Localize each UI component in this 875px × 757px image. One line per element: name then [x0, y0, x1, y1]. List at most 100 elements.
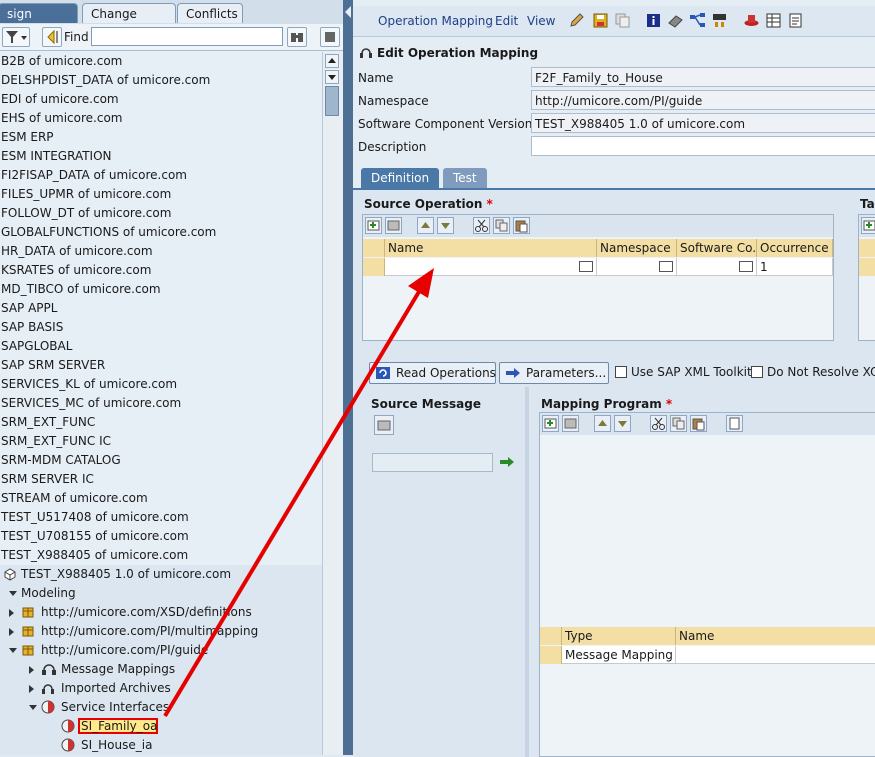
tree-item[interactable]: SRM_EXT_FUNC: [0, 413, 322, 432]
tree-item[interactable]: SAP SRM SERVER: [0, 356, 322, 375]
tree-item[interactable]: SERVICES_MC of umicore.com: [0, 394, 322, 413]
cut-button[interactable]: [473, 217, 490, 234]
scroll-up-button[interactable]: [325, 54, 339, 68]
mp-paste-button[interactable]: [690, 415, 707, 432]
column-type[interactable]: Type: [562, 627, 676, 645]
tree-item-namespace[interactable]: http://umicore.com/PI/guide: [0, 641, 322, 660]
save-icon[interactable]: [592, 12, 609, 29]
tree-item[interactable]: SRM SERVER IC: [0, 470, 322, 489]
column-mp-name[interactable]: Name: [676, 627, 875, 645]
tree-item[interactable]: ESM INTEGRATION: [0, 147, 322, 166]
tree-item[interactable]: SRM_EXT_FUNC IC: [0, 432, 322, 451]
tree-item[interactable]: ESM ERP: [0, 128, 322, 147]
column-namespace[interactable]: Namespace: [597, 239, 677, 257]
tree-item[interactable]: GLOBALFUNCTIONS of umicore.com: [0, 223, 322, 242]
mp-row-selector[interactable]: [540, 646, 562, 664]
namespace-field[interactable]: http://umicore.com/PI/guide: [531, 90, 875, 110]
mp-cut-button[interactable]: [650, 415, 667, 432]
tree-item-modeling[interactable]: Modeling: [0, 584, 322, 603]
binoculars-button[interactable]: [287, 27, 307, 47]
tree-item-service-interfaces[interactable]: Service Interfaces: [0, 698, 322, 717]
tree-item[interactable]: MD_TIBCO of umicore.com: [0, 280, 322, 299]
tab-definition[interactable]: Definition: [361, 168, 440, 188]
value-help-icon[interactable]: [579, 261, 593, 272]
source-occurrence-cell[interactable]: 1: [757, 258, 833, 276]
activate-icon[interactable]: [743, 12, 760, 29]
mp-name-cell[interactable]: [676, 646, 875, 664]
tree-item[interactable]: B2B of umicore.com: [0, 52, 322, 71]
delete-row-button[interactable]: [385, 217, 402, 234]
tree-item-si-family-oa[interactable]: SI_Family_oa: [0, 717, 322, 736]
tree-item[interactable]: HR_DATA of umicore.com: [0, 242, 322, 261]
scroll-down-button[interactable]: [325, 70, 339, 84]
source-swc-cell[interactable]: [677, 258, 757, 276]
mp-delete-row-button[interactable]: [562, 415, 579, 432]
tree-item[interactable]: TEST_U517408 of umicore.com: [0, 508, 322, 527]
info-icon[interactable]: [645, 12, 662, 29]
tree-item[interactable]: EDI of umicore.com: [0, 90, 322, 109]
document-icon[interactable]: [787, 12, 804, 29]
collapse-left-icon[interactable]: [345, 6, 351, 18]
tree-item[interactable]: STREAM of umicore.com: [0, 489, 322, 508]
find-input[interactable]: [91, 27, 283, 46]
target-insert-row-button[interactable]: [861, 217, 875, 234]
menu-operation-mapping[interactable]: Operation Mapping: [378, 14, 493, 28]
tree-item-si-house-ia[interactable]: SI_House_ia: [0, 736, 322, 755]
description-field[interactable]: [531, 136, 875, 156]
menu-view[interactable]: View: [527, 14, 555, 28]
value-help-icon[interactable]: [739, 261, 753, 272]
mp-type-cell[interactable]: Message Mapping: [562, 646, 676, 664]
move-up-button[interactable]: [417, 217, 434, 234]
tree-item[interactable]: EHS of umicore.com: [0, 109, 322, 128]
target-row-selector[interactable]: [859, 258, 875, 276]
source-message-field[interactable]: [372, 453, 493, 472]
mp-move-up-button[interactable]: [594, 415, 611, 432]
source-name-cell[interactable]: [385, 258, 597, 276]
collapsed-icon[interactable]: [9, 628, 14, 636]
pencil-icon[interactable]: [568, 12, 585, 29]
menu-edit[interactable]: Edit: [495, 14, 518, 28]
paste-button[interactable]: [513, 217, 530, 234]
tab-conflicts[interactable]: Conflicts: [177, 3, 243, 23]
name-field[interactable]: F2F_Family_to_House: [531, 67, 875, 87]
expanded-icon[interactable]: [29, 705, 37, 710]
tree-item[interactable]: FOLLOW_DT of umicore.com: [0, 204, 322, 223]
mp-insert-row-button[interactable]: [542, 415, 559, 432]
parameters-button[interactable]: Parameters...: [499, 362, 609, 384]
collapsed-icon[interactable]: [9, 609, 14, 617]
collapse-button[interactable]: [320, 27, 340, 47]
source-message-button[interactable]: [374, 415, 394, 435]
tree-item[interactable]: SRM-MDM CATALOG: [0, 451, 322, 470]
where-used-icon[interactable]: [689, 12, 706, 29]
tree-item[interactable]: FI2FISAP_DATA of umicore.com: [0, 166, 322, 185]
tree-item[interactable]: TEST_X988405 of umicore.com: [0, 546, 322, 565]
back-button[interactable]: [42, 27, 62, 47]
tree-item-namespace[interactable]: http://umicore.com/PI/multimapping: [0, 622, 322, 641]
tree-item[interactable]: KSRATES of umicore.com: [0, 261, 322, 280]
tree-item-imported-archives[interactable]: Imported Archives: [0, 679, 322, 698]
do-not-resolve-xop-checkbox[interactable]: [751, 366, 763, 378]
column-name[interactable]: Name: [385, 239, 597, 257]
hierarchy-icon[interactable]: [711, 12, 728, 29]
expanded-icon[interactable]: [9, 591, 17, 596]
tree-item[interactable]: TEST_U708155 of umicore.com: [0, 527, 322, 546]
collapsed-icon[interactable]: [29, 666, 34, 674]
tree-item[interactable]: SAPGLOBAL: [0, 337, 322, 356]
use-sap-xml-toolkit-checkbox[interactable]: [615, 366, 627, 378]
mp-move-down-button[interactable]: [614, 415, 631, 432]
copy-row-button[interactable]: [493, 217, 510, 234]
tree-item-swcv[interactable]: TEST_X988405 1.0 of umicore.com: [0, 565, 322, 584]
tree-item[interactable]: SAP APPL: [0, 299, 322, 318]
tab-test[interactable]: Test: [443, 168, 487, 188]
copy-icon[interactable]: [614, 12, 631, 29]
panel-splitter[interactable]: [343, 0, 353, 755]
read-operations-button[interactable]: Read Operations: [369, 362, 496, 384]
mp-copy-button[interactable]: [670, 415, 687, 432]
value-help-icon[interactable]: [659, 261, 673, 272]
swcv-field[interactable]: TEST_X988405 1.0 of umicore.com: [531, 113, 875, 133]
source-namespace-cell[interactable]: [597, 258, 677, 276]
tree-item[interactable]: DELSHPDIST_DATA of umicore.com: [0, 71, 322, 90]
row-selector[interactable]: [363, 258, 385, 276]
tree-item[interactable]: SERVICES_KL of umicore.com: [0, 375, 322, 394]
eraser-icon[interactable]: [667, 12, 684, 29]
